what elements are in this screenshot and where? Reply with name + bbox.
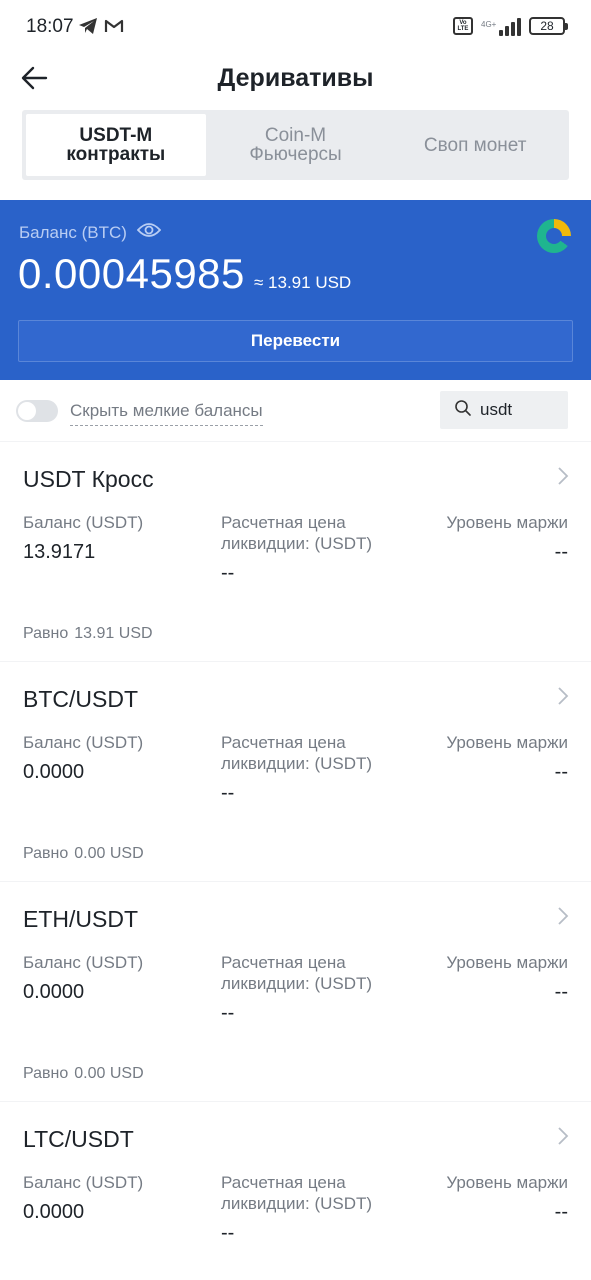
chevron-right-icon	[557, 906, 569, 926]
chevron-right-icon	[557, 686, 569, 706]
liq-price-value: --	[221, 1222, 235, 1244]
margin-level-label: Уровень маржи	[446, 513, 568, 532]
equal-row: Равно 13.91 USD	[23, 625, 153, 642]
margin-level-value: --	[554, 981, 568, 1003]
balance-value: 0.0000	[23, 981, 85, 1003]
card-title: LTC/USDT	[23, 1126, 134, 1152]
balance-label: Баланс (USDT)	[23, 733, 144, 752]
margin-level-label: Уровень маржи	[446, 1173, 568, 1192]
tab-usdt-m[interactable]: USDT-M контракты	[26, 114, 206, 176]
transfer-button[interactable]: Перевести	[18, 320, 573, 362]
balance-panel: Баланс (BTC) 0.00045985 ≈ 13.91 USD Пере…	[0, 200, 591, 380]
balance-label: Баланс (BTC)	[19, 222, 162, 243]
page-title: Деривативы	[217, 64, 374, 92]
liq-price-label: Расчетная цена ликвидции: (USDT)	[221, 1173, 373, 1213]
volte-icon: Vo LTE	[453, 17, 473, 35]
tab-bar: USDT-M контракты Coin-M Фьючерсы Своп моне…	[22, 110, 569, 180]
chevron-right-icon	[557, 466, 569, 486]
equal-value: 13.91 USD	[74, 625, 153, 642]
battery-icon: 28	[529, 17, 568, 35]
balance-value: 0.0000	[23, 761, 85, 783]
header: Деривативы	[0, 54, 591, 104]
tab-coin-m[interactable]: Coin-M Фьючерсы	[206, 114, 386, 176]
portfolio-pie-icon[interactable]	[537, 219, 571, 253]
hide-small-balances-label[interactable]: Скрыть мелкие балансы	[70, 401, 263, 426]
position-card[interactable]: BTC/USDT Баланс (USDT) 0.0000 Расчетная ц…	[0, 662, 591, 882]
balance-usd: ≈ 13.91 USD	[254, 273, 352, 292]
margin-level-label: Уровень маржи	[446, 733, 568, 752]
equal-value: 0.00 USD	[74, 845, 144, 862]
tab-coin-swap[interactable]: Своп монет	[385, 114, 565, 176]
card-title: BTC/USDT	[23, 686, 138, 712]
chevron-right-icon	[557, 1126, 569, 1146]
liq-price-label: Расчетная цена ликвидции: (USDT)	[221, 733, 373, 773]
filter-row: Скрыть мелкие балансы usdt	[0, 380, 591, 442]
liq-price-value: --	[221, 782, 235, 804]
liq-price-value: --	[221, 562, 235, 584]
signal-icon: 4G+	[481, 16, 521, 36]
balance-value: 0.0000	[23, 1201, 85, 1223]
liq-price-value: --	[221, 1002, 235, 1024]
balance-label: Баланс (USDT)	[23, 1173, 144, 1192]
search-icon	[454, 399, 472, 422]
status-bar: 18:07 Vo LTE 4G+ 28	[0, 0, 591, 54]
eye-icon[interactable]	[136, 222, 162, 243]
gmail-icon	[104, 16, 124, 36]
equal-row: Равно 0.00 USD	[23, 845, 144, 862]
search-input[interactable]: usdt	[440, 391, 568, 429]
card-title: USDT Кросс	[23, 466, 154, 492]
balance-label: Баланс (USDT)	[23, 513, 144, 532]
balance-value: 0.00045985	[18, 250, 245, 297]
margin-level-label: Уровень маржи	[446, 953, 568, 972]
status-time: 18:07	[26, 16, 74, 37]
liq-price-label: Расчетная цена ликвидции: (USDT)	[221, 513, 373, 553]
margin-level-value: --	[554, 1201, 568, 1223]
equal-row: Равно 0.00 USD	[23, 1065, 144, 1082]
margin-level-value: --	[554, 541, 568, 563]
telegram-icon	[78, 16, 98, 36]
card-title: ETH/USDT	[23, 906, 138, 932]
hide-small-balances-toggle[interactable]	[16, 400, 58, 422]
margin-level-value: --	[554, 761, 568, 783]
position-card[interactable]: LTC/USDT Баланс (USDT) 0.0000 Расчетная ц…	[0, 1102, 591, 1280]
position-card[interactable]: ETH/USDT Баланс (USDT) 0.0000 Расчетная ц…	[0, 882, 591, 1102]
equal-value: 0.00 USD	[74, 1065, 144, 1082]
position-card[interactable]: USDT Кросс Баланс (USDT) 13.9171 Расчетна…	[0, 442, 591, 662]
balance-value: 13.9171	[23, 541, 96, 563]
balance-label: Баланс (USDT)	[23, 953, 144, 972]
liq-price-label: Расчетная цена ликвидции: (USDT)	[221, 953, 373, 993]
search-value: usdt	[480, 400, 513, 419]
